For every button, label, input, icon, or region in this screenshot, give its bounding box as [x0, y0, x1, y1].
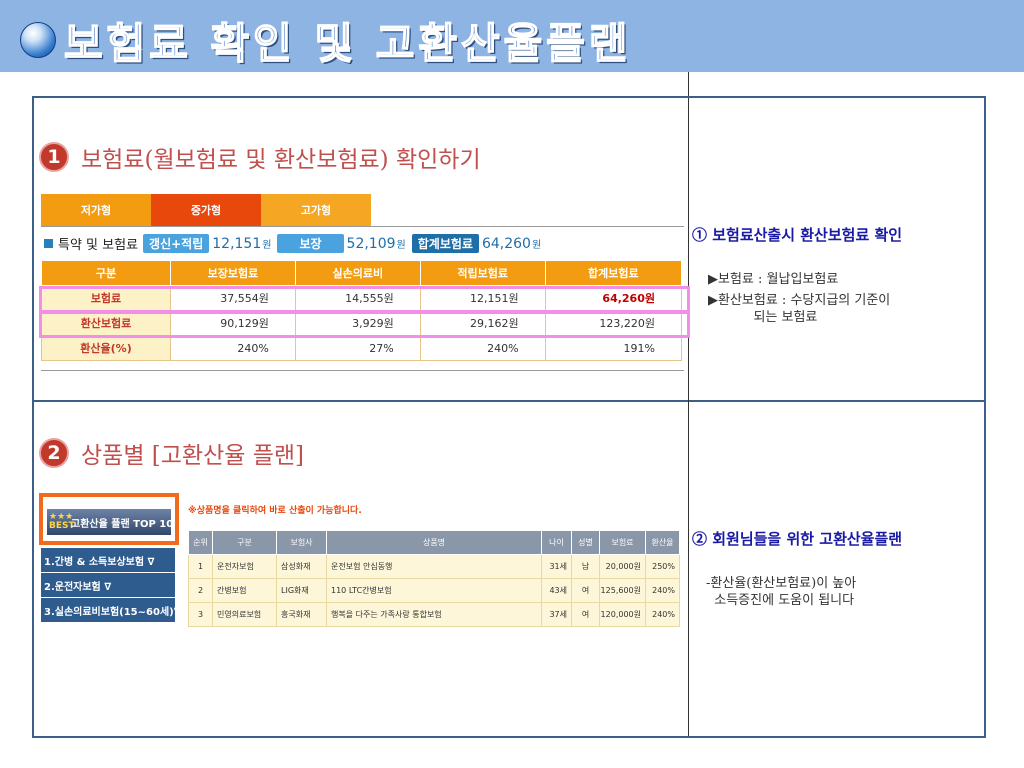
column-header: 나이	[541, 530, 572, 555]
best-plan-button[interactable]: ★★★ BEST 고환산율 플랜 TOP 10	[47, 509, 174, 535]
table-cell: 240%	[170, 335, 296, 361]
currency-unit: 원	[531, 240, 542, 251]
table-cell: 1	[188, 554, 213, 579]
table-cell: 37세	[541, 602, 572, 627]
table-cell: 240%	[419, 335, 546, 361]
table-row: 2 간병보험 LIG화재 110 LTC간병보험 43세 여 125,600원 …	[188, 578, 680, 603]
content-frame	[32, 96, 986, 738]
total-premium-value: 64,260	[481, 235, 531, 252]
premium-summary: 특약 및 보험료 갱신+적립 12,151 원 보장 52,109 원 합계보험…	[44, 234, 547, 253]
table-cell: 3	[188, 602, 213, 627]
product-table: 순위 구분 보험사 상품명 나이 성별 보험료 환산율 1 운전자보험 삼성화재…	[188, 530, 680, 627]
renewal-savings-value: 12,151	[212, 235, 262, 252]
column-divider	[688, 98, 689, 736]
table-header-row: 구분 보장보험료 실손의료비 적립보험료 합계보험료	[41, 260, 683, 286]
table-cell: 43세	[541, 578, 572, 603]
table-row: 1 운전자보험 삼성화재 운전보험 안심동행 31세 남 20,000원 250…	[188, 554, 680, 579]
column-header: 보험료	[599, 530, 646, 555]
note1-title: ① 보험료산출시 환산보험료 확인	[692, 226, 903, 244]
table-row: 3 민영의료보험 흥국화재 행복을 다주는 가족사랑 통합보험 37세 여 12…	[188, 602, 680, 627]
title-bar: 보험료 확인 및 고환산율플랜	[0, 0, 1024, 72]
tab-high-price[interactable]: 고가형	[261, 194, 371, 226]
table-cell: 간병보험	[212, 578, 277, 603]
column-header: 환산율	[645, 530, 680, 555]
table-cell: 민영의료보험	[212, 602, 277, 627]
product-link[interactable]: 운전보험 안심동행	[326, 554, 542, 579]
table-cell: 운전자보험	[212, 554, 277, 579]
tab-underline	[41, 226, 684, 227]
note1-line1: ▶보험료 : 월납입보험료	[708, 272, 839, 287]
section2-title: 상품별 [고환산율 플랜]	[81, 443, 305, 469]
table-cell: 27%	[294, 335, 421, 361]
column-header: 보장보험료	[170, 260, 296, 286]
column-header: 합계보험료	[544, 260, 683, 286]
price-tier-tabs: 저가형 중가형 고가형	[41, 194, 371, 226]
tab-low-price[interactable]: 저가형	[41, 194, 151, 226]
category-list: 1.간병 & 소득보상보험 ∇ 2.운전자보험 ∇ 3.실손의료비보험(15~6…	[41, 548, 175, 623]
section1-header: 1 보험료(월보험료 및 환산보험료) 확인하기	[39, 140, 481, 174]
table-row: 환산율(%) 240% 27% 240% 191%	[41, 335, 683, 361]
table-header-row: 순위 구분 보험사 상품명 나이 성별 보험료 환산율	[188, 530, 680, 555]
table-bottom-line	[41, 370, 684, 371]
column-header: 보험사	[276, 530, 327, 555]
column-header: 구분	[212, 530, 277, 555]
column-header: 적립보험료	[419, 260, 546, 286]
bullet-icon	[44, 239, 53, 248]
table-cell: 삼성화재	[276, 554, 327, 579]
column-header: 구분	[41, 260, 171, 286]
note1-line2: ▶환산보험료 : 수당지급의 기준이 되는 보험료	[708, 293, 891, 325]
section-number-badge: 2	[39, 438, 69, 468]
category-item[interactable]: 1.간병 & 소득보상보험 ∇	[41, 548, 175, 572]
table-cell: 남	[571, 554, 600, 579]
total-premium-button[interactable]: 합계보험료	[411, 234, 479, 253]
best-plan-highlight: ★★★ BEST 고환산율 플랜 TOP 10	[39, 493, 179, 545]
currency-unit: 원	[396, 240, 406, 251]
table-cell: 20,000원	[599, 554, 646, 579]
table-cell: 31세	[541, 554, 572, 579]
note2-line1: -환산율(환산보험료)이 높아 소득증진에 도움이 됩니다	[706, 576, 857, 608]
table-cell: 흥국화재	[276, 602, 327, 627]
table-cell: 240%	[645, 578, 680, 603]
coverage-value: 52,109	[346, 235, 396, 252]
currency-unit: 원	[262, 240, 272, 251]
category-item[interactable]: 3.실손의료비보험(15~60세)∇	[41, 598, 175, 622]
product-link[interactable]: 110 LTC간병보험	[326, 578, 542, 603]
table-cell: LIG화재	[276, 578, 327, 603]
divider	[688, 72, 689, 96]
highlight-box-converted	[39, 311, 690, 338]
section-divider	[34, 400, 984, 402]
page-title: 보험료 확인 및 고환산율플랜	[63, 18, 632, 69]
table-cell: 여	[571, 602, 600, 627]
click-hint: ※상품명을 클릭하여 바로 산출이 가능합니다.	[188, 506, 362, 516]
note2-title: ② 회원님들을 위한 고환산율플랜	[692, 530, 903, 548]
product-link[interactable]: 행복을 다주는 가족사랑 통합보험	[326, 602, 542, 627]
highlight-box-premium	[39, 286, 690, 313]
table-cell: 240%	[645, 602, 680, 627]
section-number-badge: 1	[39, 142, 69, 172]
table-cell: 120,000원	[599, 602, 646, 627]
category-item[interactable]: 2.운전자보험 ∇	[41, 573, 175, 597]
section2-header: 2 상품별 [고환산율 플랜]	[39, 436, 304, 470]
table-cell: 191%	[544, 335, 683, 361]
column-header: 성별	[571, 530, 600, 555]
row-label: 환산율(%)	[41, 335, 171, 361]
best-plan-label: 고환산율 플랜 TOP 10	[71, 518, 174, 530]
column-header: 순위	[188, 530, 213, 555]
summary-label: 특약 및 보험료	[58, 238, 139, 253]
section1-title: 보험료(월보험료 및 환산보험료) 확인하기	[81, 147, 481, 173]
column-header: 상품명	[326, 530, 542, 555]
column-header: 실손의료비	[294, 260, 421, 286]
table-cell: 2	[188, 578, 213, 603]
globe-icon	[20, 22, 56, 58]
tab-mid-price[interactable]: 중가형	[151, 194, 261, 226]
renewal-savings-button[interactable]: 갱신+적립	[143, 234, 210, 253]
table-cell: 125,600원	[599, 578, 646, 603]
table-cell: 250%	[645, 554, 680, 579]
table-cell: 여	[571, 578, 600, 603]
coverage-button[interactable]: 보장	[277, 234, 344, 253]
best-badge: ★★★ BEST	[49, 513, 75, 531]
